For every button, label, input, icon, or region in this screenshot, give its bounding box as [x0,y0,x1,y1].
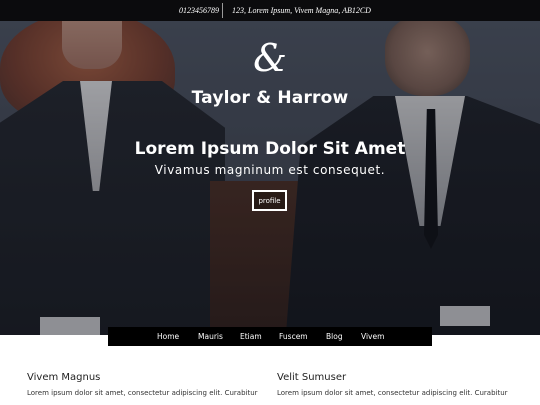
nav-item-vivem[interactable]: Vivem [361,332,384,341]
column-title-right: Velit Sumuser [277,372,347,383]
top-contact-bar: 0123456789 123, Lorem Ipsum, Vivem Magna… [0,0,540,21]
phone-number[interactable]: 0123456789 [179,6,219,15]
main-navigation: Home Mauris Etiam Fuscem Blog Vivem [108,327,432,346]
ampersand-logo-icon: & [253,36,287,80]
column-text-left: Lorem ipsum dolor sit amet, consectetur … [27,389,258,397]
hero-headline: Lorem Ipsum Dolor Sit Amet [134,139,406,159]
nav-item-home[interactable]: Home [157,332,179,341]
hero-subheadline: Vivamus magninum est consequet. [154,163,386,177]
nav-item-mauris[interactable]: Mauris [198,332,223,341]
nav-item-blog[interactable]: Blog [326,332,343,341]
nav-item-fuscem[interactable]: Fuscem [279,332,308,341]
address-text: 123, Lorem Ipsum, Vivem Magna, AB12CD [232,6,371,15]
brand-name[interactable]: Taylor & Harrow [0,88,540,108]
column-text-right: Lorem ipsum dolor sit amet, consectetur … [277,389,508,397]
nav-item-etiam[interactable]: Etiam [240,332,262,341]
topbar-divider [222,3,223,18]
profile-button[interactable]: profile [252,190,287,211]
column-title-left: Vivem Magnus [27,372,101,383]
